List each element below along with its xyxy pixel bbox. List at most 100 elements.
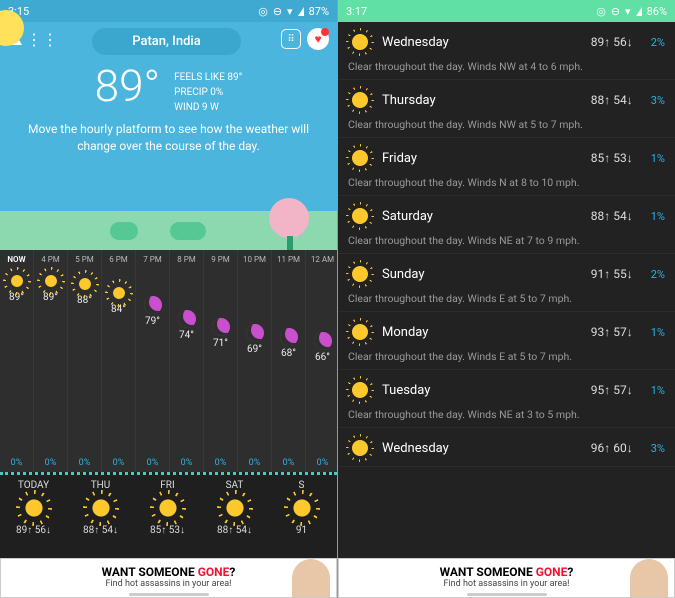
sun-icon <box>222 495 248 521</box>
hour-precip: 0% <box>79 458 91 468</box>
day-temps: 88↑ 54↓ <box>591 209 633 223</box>
hourly-col[interactable]: 7 PM 79° 0% <box>136 250 170 472</box>
home-indicator[interactable] <box>129 593 209 596</box>
bush-decoration <box>170 222 206 240</box>
day-name: Wednesday <box>382 35 581 50</box>
battery-icon <box>636 7 642 16</box>
hour-precip: 0% <box>317 458 329 468</box>
day-precip: 1% <box>651 210 665 223</box>
moon-icon <box>212 318 230 336</box>
hour-temp: 68° <box>281 348 296 359</box>
hour-label: NOW <box>7 255 25 264</box>
hourly-col[interactable]: 9 PM 71° 0% <box>204 250 238 472</box>
daily-col[interactable]: THU 88↑ 54↓ <box>67 475 134 570</box>
day-precip: 3% <box>651 94 665 107</box>
forecast-row[interactable]: Thursday 88↑ 54↓ 3% Clear throughout the… <box>338 80 675 138</box>
clock: 3:17 <box>346 5 367 18</box>
forecast-row[interactable]: Wednesday 96↑ 60↓ 3% <box>338 428 675 467</box>
hour-label: 9 PM <box>211 255 230 264</box>
sun-icon <box>348 146 372 170</box>
daily-col[interactable]: TODAY 89↑ 56↓ <box>0 475 67 570</box>
day-temps: 96↑ 60↓ <box>591 441 633 455</box>
hourly-col[interactable]: 8 PM 74° 0% <box>170 250 204 472</box>
hourly-col[interactable]: 12 AM 66° 0% <box>306 250 337 472</box>
sun-icon <box>21 495 47 521</box>
hour-label: 11 PM <box>277 255 300 264</box>
forecast-row[interactable]: Wednesday 89↑ 56↓ 2% Clear throughout th… <box>338 22 675 80</box>
day-desc: Clear throughout the day. Winds NW at 5 … <box>348 118 665 131</box>
moon-icon <box>178 310 196 328</box>
moon-icon <box>280 328 298 346</box>
forecast-row[interactable]: Sunday 91↑ 55↓ 2% Clear throughout the d… <box>338 254 675 312</box>
sun-icon <box>348 88 372 112</box>
current-temp: 89° <box>95 60 160 115</box>
status-bar: 3:15 ◎ ⊖ ▾ 87% <box>0 0 337 22</box>
day-name: Tuesday <box>382 383 581 398</box>
hour-label: 6 PM <box>109 255 128 264</box>
hourly-col[interactable]: 4 PM 89° 0% <box>34 250 68 472</box>
day-temps: 88↑ 54↓ <box>591 93 633 107</box>
wifi-icon: ▾ <box>287 5 293 18</box>
forecast-row[interactable]: Monday 93↑ 57↓ 1% Clear throughout the d… <box>338 312 675 370</box>
hour-temp: 69° <box>247 344 262 355</box>
ad-banner[interactable]: WANT SOMEONE GONE? Find hot assassins in… <box>338 558 675 598</box>
day-temps: 85↑ 53↓ <box>591 151 633 165</box>
hour-label: 7 PM <box>143 255 162 264</box>
forecast-row[interactable]: Tuesday 95↑ 57↓ 1% Clear throughout the … <box>338 370 675 428</box>
vibrate-icon: ◎ <box>596 5 606 18</box>
hour-label: 10 PM <box>243 255 266 264</box>
favorite-button[interactable]: ♥ <box>307 28 329 50</box>
hour-temp: 74° <box>179 330 194 341</box>
hour-precip: 0% <box>283 458 295 468</box>
hourly-forecast[interactable]: NOW 89° 0%4 PM 89° 0%5 PM 88° 0%6 PM 84°… <box>0 250 337 472</box>
hour-precip: 0% <box>147 458 159 468</box>
ad-banner[interactable]: WANT SOMEONE GONE? Find hot assassins in… <box>0 558 337 598</box>
hourly-col[interactable]: 5 PM 88° 0% <box>68 250 102 472</box>
layout-icon[interactable]: ⠿ <box>281 29 301 49</box>
hourly-col[interactable]: 6 PM 84° 0% <box>102 250 136 472</box>
hour-precip: 0% <box>215 458 227 468</box>
day-precip: 1% <box>651 326 665 339</box>
extended-forecast[interactable]: Wednesday 89↑ 56↓ 2% Clear throughout th… <box>338 22 675 467</box>
sun-icon <box>348 320 372 344</box>
ad-face <box>292 559 330 597</box>
daily-col[interactable]: FRI 85↑ 53↓ <box>134 475 201 570</box>
day-temps: 85↑ 53↓ <box>150 525 185 536</box>
daily-col[interactable]: S 91 <box>268 475 335 570</box>
day-desc: Clear throughout the day. Winds NE at 7 … <box>348 234 665 247</box>
daily-forecast[interactable]: TODAY 89↑ 56↓THU 88↑ 54↓FRI 85↑ 53↓SAT 8… <box>0 472 337 570</box>
hour-label: 12 AM <box>311 255 334 264</box>
hourly-col[interactable]: NOW 89° 0% <box>0 250 34 472</box>
day-name: Wednesday <box>382 441 581 456</box>
hour-precip: 0% <box>181 458 193 468</box>
dnd-icon: ⊖ <box>611 5 620 18</box>
hourly-col[interactable]: 11 PM 68° 0% <box>272 250 306 472</box>
day-precip: 1% <box>651 384 665 397</box>
location-pill[interactable]: Patan, India <box>92 28 241 55</box>
sun-icon <box>348 262 372 286</box>
hour-label: 8 PM <box>177 255 196 264</box>
hourly-col[interactable]: 10 PM 69° 0% <box>238 250 272 472</box>
day-name: Sunday <box>382 267 581 282</box>
current-meta: FEELS LIKE 89° PRECIP 0% WIND 9 W <box>174 60 242 115</box>
battery-icon <box>298 7 304 16</box>
day-desc: Clear throughout the day. Winds NE at 3 … <box>348 408 665 421</box>
sun-icon <box>348 30 372 54</box>
daily-col[interactable]: SAT 88↑ 54↓ <box>201 475 268 570</box>
day-desc: Clear throughout the day. Winds E at 5 t… <box>348 350 665 363</box>
share-icon[interactable]: ⋮⋮ <box>32 29 52 49</box>
moon-icon <box>246 324 264 342</box>
day-name: Saturday <box>382 209 581 224</box>
home-indicator[interactable] <box>467 593 547 596</box>
tree-decoration <box>269 198 309 238</box>
day-name: Friday <box>382 151 581 166</box>
sun-icon <box>348 378 372 402</box>
hour-label: 4 PM <box>41 255 60 264</box>
sun-icon <box>76 275 94 293</box>
day-temps: 89↑ 56↓ <box>16 525 51 536</box>
hour-temp: 79° <box>145 316 160 327</box>
hour-precip: 0% <box>249 458 261 468</box>
forecast-row[interactable]: Saturday 88↑ 54↓ 1% Clear throughout the… <box>338 196 675 254</box>
forecast-row[interactable]: Friday 85↑ 53↓ 1% Clear throughout the d… <box>338 138 675 196</box>
day-precip: 3% <box>651 442 665 455</box>
